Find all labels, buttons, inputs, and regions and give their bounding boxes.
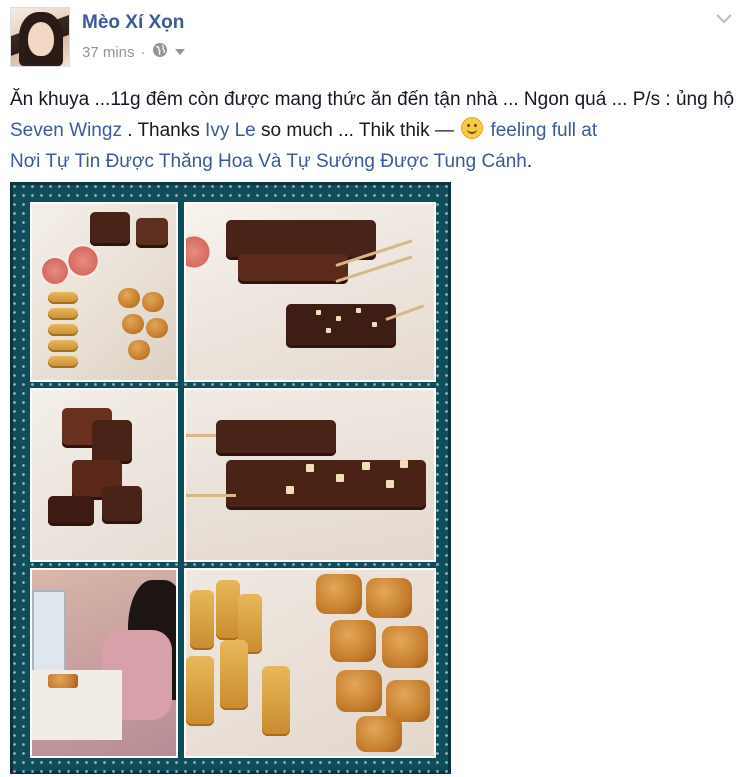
audience-dropdown-icon[interactable] xyxy=(174,44,186,61)
collage-photo-4 xyxy=(184,388,436,562)
meta-separator: · xyxy=(140,43,146,61)
collage-photo-3 xyxy=(30,388,178,562)
collage-photo-2 xyxy=(184,202,436,382)
seven-wingz-link[interactable]: Seven Wingz xyxy=(10,120,122,141)
globe-icon[interactable] xyxy=(152,42,168,62)
message-text-2: . Thanks xyxy=(121,120,206,141)
avatar-face xyxy=(28,22,54,56)
place-link[interactable]: Nơi Tự Tin Được Thăng Hoa Và Tự Sướng Đư… xyxy=(10,151,527,172)
post-photo-collage[interactable] xyxy=(10,182,451,774)
ivy-le-link[interactable]: Ivy Le xyxy=(205,120,256,141)
smile-emoji-icon xyxy=(461,117,484,139)
author-name-link[interactable]: Mèo Xí Xọn xyxy=(82,12,184,34)
author-avatar[interactable] xyxy=(10,7,70,67)
chevron-down-icon[interactable] xyxy=(713,10,735,28)
collage-photo-5 xyxy=(30,568,178,758)
message-text-1: Ăn khuya ...11g đêm còn được mang thức ă… xyxy=(10,89,735,110)
message-text-3: so much ... Thik thik — xyxy=(255,120,460,141)
message-text-4: . xyxy=(526,151,533,172)
post-timestamp[interactable]: 37 mins xyxy=(82,44,135,61)
post-meta: 37 mins · xyxy=(82,42,186,62)
feeling-full-link[interactable]: feeling full at xyxy=(485,120,597,141)
collage-photo-6 xyxy=(184,568,436,758)
post-message: Ăn khuya ...11g đêm còn được mang thức ă… xyxy=(10,84,738,177)
collage-photo-1 xyxy=(30,202,178,382)
